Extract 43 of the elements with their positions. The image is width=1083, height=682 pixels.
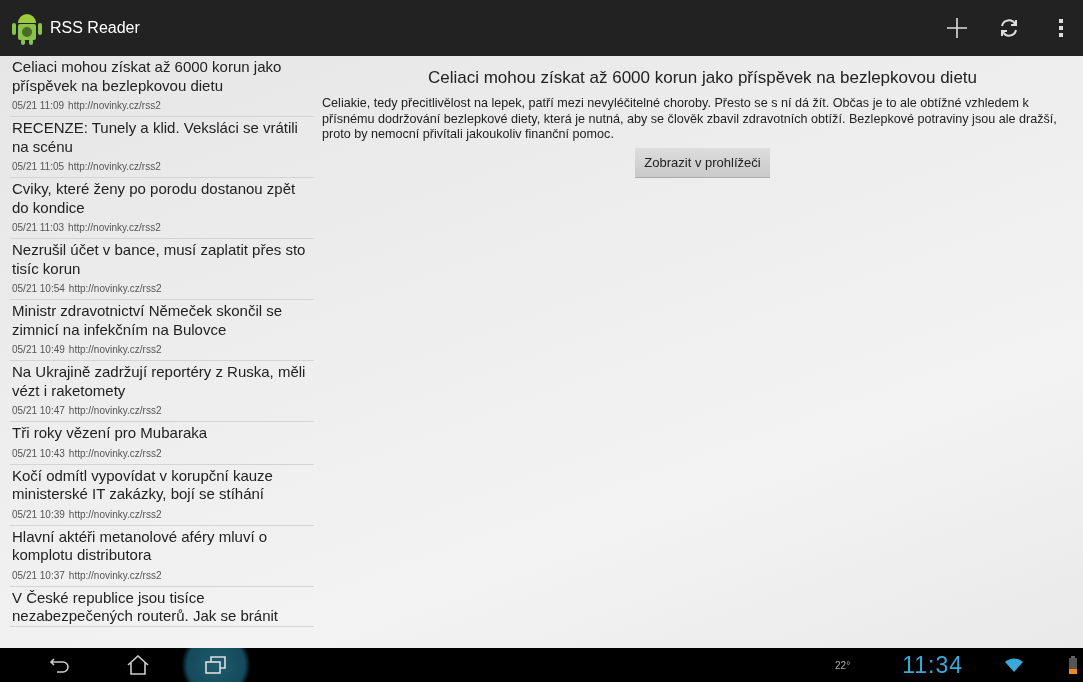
home-icon [126,655,150,675]
article-source: http://novinky.cz/rss2 [68,343,162,357]
article-body: Celiakie, tedy přecitlivělost na lepek, patří mezi nevyléčitelné choroby. Přesto se s ní dá žít. Občas je to ale obtížné vzhledem k přísnému dodržování bezlepkové diety, která je nutná, aby se člověk zbavil zdravotních obtíží. Bezlepkové potraviny jsou ale dražší, proto by nemocní přivítali jakoukoliv finanční pomoc. [322,96,1058,143]
temperature: 22° [835,659,851,671]
refresh-icon [999,18,1019,38]
plus-icon [946,17,968,39]
android-logo-icon [12,11,42,45]
article-title[interactable]: V České republice jsou tisíce nezabezpečených routerů. Jak se bránit [12,588,310,626]
article-title[interactable]: Tři roky vězení pro Mubaraka [12,424,310,443]
article-title[interactable]: Ministr zdravotnictví Němeček skončil se zimnicí na infekčním na Bulovce [12,302,310,339]
article-date: 05/21 10:43 [12,446,65,461]
article-source: http://novinky.cz/rss2 [68,282,162,296]
article-date: 05/21 10:47 [12,404,65,418]
article-title[interactable]: Na Ukrajině zadržují reportéry z Ruska, měli vézt i raketomety [12,363,310,400]
article-date: 05/21 10:39 [12,507,65,522]
article-title[interactable]: Hlavní aktéři metanolové aféry mluví o komplotu distributora [12,527,310,565]
article-date: 05/21 10:54 [12,282,65,296]
article-source: http://novinky.cz/rss2 [68,446,162,461]
article-source: http://novinky.cz/rss2 [68,99,161,113]
article-title[interactable]: Cviky, které ženy po porodu dostanou zpět do kondice [12,180,310,217]
article-date: 05/21 10:37 [12,568,65,583]
article-source: http://novinky.cz/rss2 [68,507,162,522]
article-date: 05/21 11:05 [12,160,65,174]
article-source: http://novinky.cz/rss2 [68,404,162,418]
article-date: 05/21 11:03 [12,221,65,235]
more-icon [1058,18,1064,38]
article-title[interactable]: RECENZE: Tunely a klid. Veksláci se vrátili na scénu [12,119,310,156]
wifi-icon [1005,658,1023,672]
article-date: 05/21 11:09 [12,99,65,113]
article-source: http://novinky.cz/rss2 [68,568,162,583]
clock: 11:34 [902,651,963,679]
article-source: http://novinky.cz/rss2 [68,160,161,174]
article-title[interactable]: Nezrušil účet v bance, musí zaplatit přes sto tisíc korun [12,241,310,278]
app-title: RSS Reader [50,19,140,37]
back-icon [49,657,71,673]
battery-icon [1069,656,1077,674]
recents-icon [204,655,228,675]
article-date: 05/21 10:49 [12,343,65,357]
article-title[interactable]: Celiaci mohou získat až 6000 korun jako příspěvek na bezlepkovou dietu [12,58,310,95]
open-in-browser-button[interactable]: Zobrazit v prohlížeči [635,147,770,178]
article-source: http://novinky.cz/rss2 [68,221,161,235]
article-title[interactable]: Kočí odmítl vypovídat v korupční kauze ministerské IT zakázky, bojí se stíhání [12,466,310,504]
article-headline: Celiaci mohou získat až 6000 korun jako příspěvek na bezlepkovou dietu [427,68,977,88]
